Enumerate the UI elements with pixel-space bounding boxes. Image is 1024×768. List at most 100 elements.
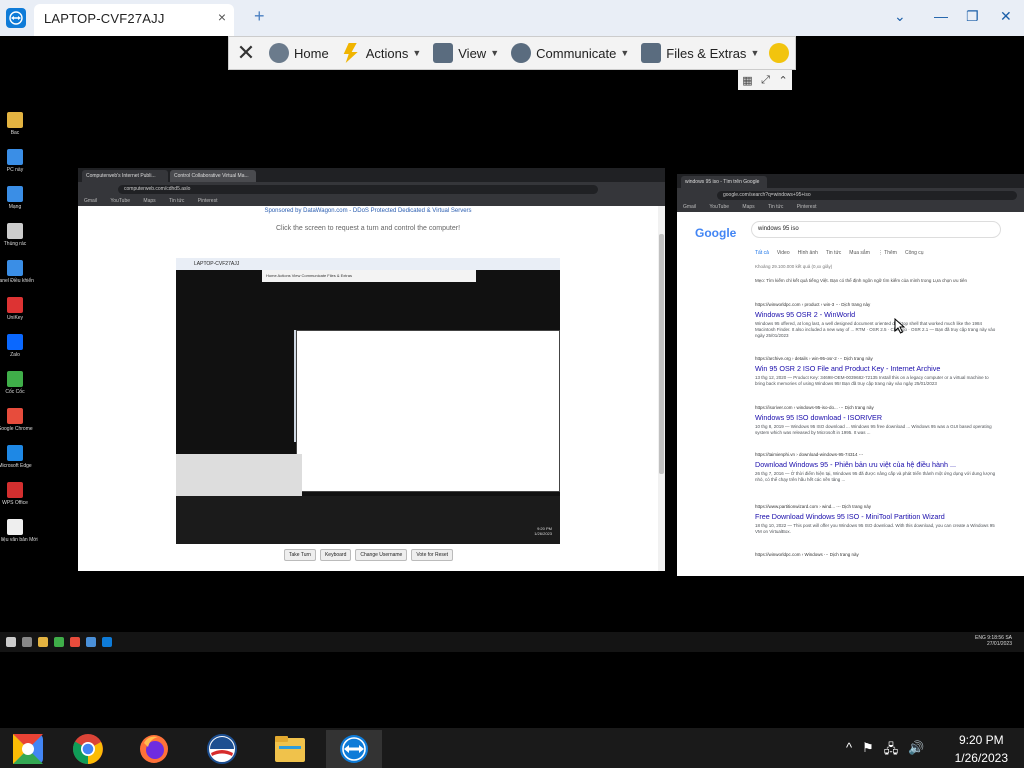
chrome-icon[interactable]	[70, 637, 80, 647]
taskbar-app-teamviewer[interactable]	[326, 730, 382, 768]
sponsor-text[interactable]: Sponsored by DataWagon.com - DDoS Protec…	[78, 208, 658, 214]
result-url[interactable]: https://isoriver.com › windows-95-iso-do…	[755, 405, 999, 411]
search-input[interactable]: windows 95 iso	[751, 221, 1001, 238]
bookmarks-bar: Gmail YouTube Maps Tin tức Pinterest	[677, 202, 1024, 212]
desktop-icon[interactable]: Panel Điều khiển	[0, 260, 34, 297]
search-tab[interactable]: ⋮ Thêm	[878, 250, 897, 256]
view-menu[interactable]: View ▼	[427, 37, 505, 69]
keyboard-button[interactable]: Keyboard	[319, 549, 352, 561]
bookmark[interactable]: Gmail	[84, 198, 97, 204]
bookmark[interactable]: Tin tức	[169, 198, 184, 204]
bookmark[interactable]: Maps	[143, 198, 155, 204]
result-title[interactable]: Windows 95 ISO download - ISORIVER	[755, 413, 999, 422]
result-url[interactable]: https://winworldpc.com › Windows ⋯ Dịch …	[755, 552, 999, 558]
grid-icon[interactable]: ▦	[742, 74, 752, 87]
collapse-icon[interactable]: ⌃	[779, 74, 788, 87]
desktop-icon[interactable]: Thùng rác	[2, 223, 28, 260]
nested-screen[interactable]: LAPTOP-CVF27AJJ Home Actions View Commun…	[176, 258, 560, 544]
search-icon[interactable]	[22, 637, 32, 647]
nested-panel	[176, 454, 302, 496]
result-url[interactable]: https://www.partitionwizard.com › wind..…	[755, 504, 999, 510]
desktop-icon[interactable]: PC này	[2, 149, 28, 186]
remote-desktop[interactable]: Bac PC này Mạng Thùng rác Panel Điều khiển Un…	[0, 90, 1024, 728]
actions-menu[interactable]: Actions ▼	[335, 37, 428, 69]
search-tab[interactable]: Mua sắm	[849, 250, 870, 256]
scrollbar[interactable]	[658, 206, 665, 571]
desktop-icon[interactable]: Google Chrome	[0, 408, 33, 445]
result-url[interactable]: https://archive.org › details › win-95-o…	[755, 356, 999, 362]
folder-icon[interactable]	[38, 637, 48, 647]
close-icon: ✕	[236, 40, 256, 65]
search-tab[interactable]: Công cụ	[905, 250, 924, 256]
result-url[interactable]: https://taimienphi.vn › download-windows…	[755, 452, 999, 458]
tab-remote-session[interactable]: LAPTOP-CVF27AJJ ×	[34, 4, 234, 36]
app-icon[interactable]	[86, 637, 96, 647]
dropdown-icon[interactable]: ⌄	[894, 8, 906, 25]
taskbar-app-file-explorer[interactable]	[262, 730, 318, 768]
browser-tab[interactable]: Computerweb's Internet Publi...	[82, 170, 168, 182]
close-window-button[interactable]: ✕	[1000, 8, 1012, 25]
restore-button[interactable]: ❐	[966, 8, 979, 25]
take-turn-button[interactable]: Take Turn	[284, 549, 316, 561]
search-tab[interactable]: Tin tức	[826, 250, 841, 256]
new-tab-button[interactable]: +	[254, 6, 265, 27]
url-field[interactable]: google.com/search?q=windows+95+iso	[717, 191, 1017, 200]
bookmark[interactable]: YouTube	[709, 204, 729, 210]
taskbar-app-obama[interactable]	[194, 730, 250, 768]
communicate-menu[interactable]: Communicate ▼	[505, 37, 635, 69]
network-icon[interactable]: 🖧	[884, 740, 899, 762]
desktop-icon[interactable]: UniKey	[2, 297, 28, 334]
browser-tab[interactable]: windows 95 iso - Tìm trên Google	[681, 176, 767, 188]
teamviewer-icon[interactable]	[102, 637, 112, 647]
remote-browser-left[interactable]: Computerweb's Internet Publi... Control …	[78, 168, 665, 571]
remote-taskbar-apps	[6, 637, 112, 647]
bookmark[interactable]: Gmail	[683, 204, 696, 210]
home-label: Home	[294, 45, 329, 61]
result-title[interactable]: Windows 95 OSR 2 - WinWorld	[755, 310, 999, 319]
result-title[interactable]: Free Download Windows 95 ISO - MiniTool …	[755, 512, 999, 521]
remote-clock: ENG 9:18:56 SA 27/01/2023	[975, 635, 1012, 647]
volume-icon[interactable]: 🔊	[908, 740, 924, 762]
url-field[interactable]: computerweb.com/cdhd5.aslo	[118, 185, 598, 194]
files-extras-menu[interactable]: Files & Extras ▼	[635, 37, 765, 69]
coccoc-icon[interactable]	[54, 637, 64, 647]
desktop-icon[interactable]: WPS Office	[2, 482, 28, 519]
result-url[interactable]: https://winworldpc.com › product › win-3…	[755, 302, 999, 308]
desktop-icon[interactable]: Zalo	[2, 334, 28, 371]
desktop-icon[interactable]: Mạng	[2, 186, 28, 223]
desktop-icon[interactable]: Bac	[2, 112, 28, 149]
taskbar-app-chrome[interactable]	[60, 730, 116, 768]
end-session-button[interactable]: ✕	[229, 37, 263, 69]
desktop-icon[interactable]: Tài liệu văn bản Mới	[0, 519, 38, 556]
browser-tab-strip: windows 95 iso - Tìm trên Google	[677, 174, 1024, 188]
bookmark[interactable]: Maps	[742, 204, 754, 210]
system-clock[interactable]: 9:20 PM 1/26/2023	[955, 731, 1008, 767]
search-tab[interactable]: Hình ảnh	[798, 250, 818, 256]
vote-reset-button[interactable]: Vote for Reset	[411, 549, 454, 561]
desktop-icon[interactable]: Microsoft Edge	[0, 445, 32, 482]
result-title[interactable]: Win 95 OSR 2 ISO File and Product Key - …	[755, 364, 999, 373]
bookmark[interactable]: YouTube	[110, 198, 130, 204]
desktop-icon[interactable]: Cốc Cốc	[2, 371, 28, 408]
search-tab[interactable]: Video	[777, 250, 790, 256]
change-username-button[interactable]: Change Username	[355, 549, 408, 561]
taskbar-app-firefox[interactable]	[126, 730, 182, 768]
fullscreen-icon[interactable]: ⤢	[761, 74, 770, 87]
bookmark[interactable]: Tin tức	[768, 204, 783, 210]
google-logo[interactable]: Google	[695, 226, 736, 240]
tab-close-icon[interactable]: ×	[218, 9, 226, 25]
scroll-thumb[interactable]	[659, 234, 664, 474]
start-icon[interactable]	[6, 637, 16, 647]
remote-browser-right[interactable]: windows 95 iso - Tìm trên Google google.…	[677, 174, 1024, 576]
minimize-button[interactable]: —	[934, 8, 948, 24]
bookmark[interactable]: Pinterest	[198, 198, 218, 204]
taskbar-app-chrome-remote-desktop[interactable]	[0, 730, 56, 768]
tray-expand-icon[interactable]: ^	[846, 740, 852, 762]
search-tab[interactable]: Tất cả	[755, 250, 769, 256]
feedback-smiley-icon[interactable]	[769, 43, 790, 63]
browser-tab[interactable]: Control Collaborative Virtual Ma...	[170, 170, 256, 182]
flag-icon[interactable]: ⚑	[862, 740, 874, 762]
home-button[interactable]: Home	[263, 37, 335, 69]
bookmark[interactable]: Pinterest	[797, 204, 817, 210]
result-title[interactable]: Download Windows 95 - Phiên bản ưu việt …	[755, 460, 999, 469]
